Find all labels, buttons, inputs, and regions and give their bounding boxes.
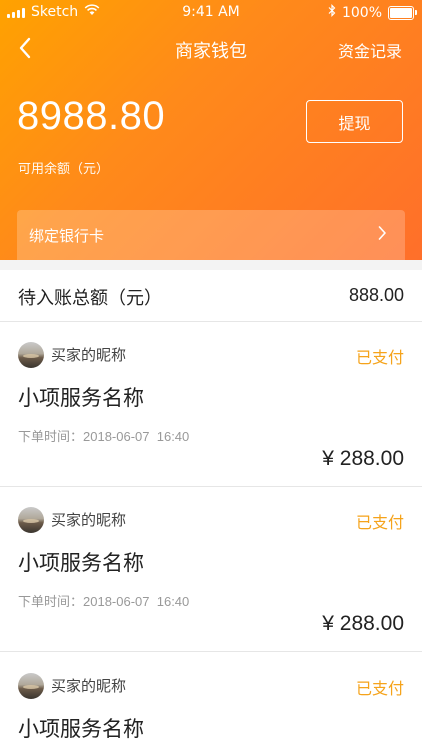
service-name: 小项服务名称 [18, 386, 144, 410]
order-item[interactable]: 买家的昵称 已支付 小项服务名称 [0, 653, 422, 750]
buyer-name: 买家的昵称 [51, 346, 127, 364]
withdraw-button[interactable]: 提现 [306, 100, 403, 143]
status-right: 100% [328, 4, 417, 21]
order-time: 下单时间：2018-06-07 16:40 [18, 426, 189, 445]
bind-bank-card-row[interactable]: 绑定银行卡 [17, 210, 405, 260]
order-price: ¥ 288.00 [322, 612, 404, 635]
order-time-value: 2018-06-07 16:40 [83, 429, 190, 444]
navigation-bar: 商家钱包 资金记录 [0, 26, 422, 70]
pending-total-label: 待入账总额（元） [18, 288, 162, 309]
fund-records-link[interactable]: 资金记录 [338, 38, 402, 62]
order-status-badge: 已支付 [355, 513, 404, 532]
service-name: 小项服务名称 [18, 717, 144, 741]
order-item[interactable]: 买家的昵称 已支付 小项服务名称 下单时间：2018-06-07 16:40 ¥… [0, 322, 422, 487]
order-time: 下单时间：2018-06-07 16:40 [18, 591, 189, 610]
status-bar: Sketch 9:41 AM 100% [0, 0, 422, 26]
order-price: ¥ 288.00 [322, 447, 404, 470]
avatar [18, 507, 44, 533]
section-divider [0, 260, 422, 270]
order-time-label: 下单时间： [18, 430, 84, 445]
pending-total-row: 待入账总额（元） 888.00 [0, 270, 422, 322]
buyer-name: 买家的昵称 [51, 511, 127, 529]
available-balance-label: 可用余额（元） [18, 162, 110, 177]
bluetooth-icon [328, 4, 336, 21]
order-status-badge: 已支付 [355, 679, 404, 698]
buyer-name: 买家的昵称 [51, 677, 127, 695]
order-time-value: 2018-06-07 16:40 [83, 594, 190, 609]
bind-bank-card-label: 绑定银行卡 [29, 227, 105, 245]
order-status-badge: 已支付 [355, 348, 404, 367]
battery-fill [390, 7, 412, 18]
order-time-label: 下单时间： [18, 595, 84, 610]
battery-icon [388, 5, 417, 20]
available-balance: 8988.80 [17, 94, 166, 138]
service-name: 小项服务名称 [18, 551, 144, 575]
battery-percent: 100% [341, 4, 382, 21]
avatar [18, 673, 44, 699]
pending-total-value: 888.00 [348, 285, 404, 305]
avatar [18, 342, 44, 368]
order-item[interactable]: 买家的昵称 已支付 小项服务名称 下单时间：2018-06-07 16:40 ¥… [0, 487, 422, 652]
chevron-right-icon [377, 225, 387, 245]
